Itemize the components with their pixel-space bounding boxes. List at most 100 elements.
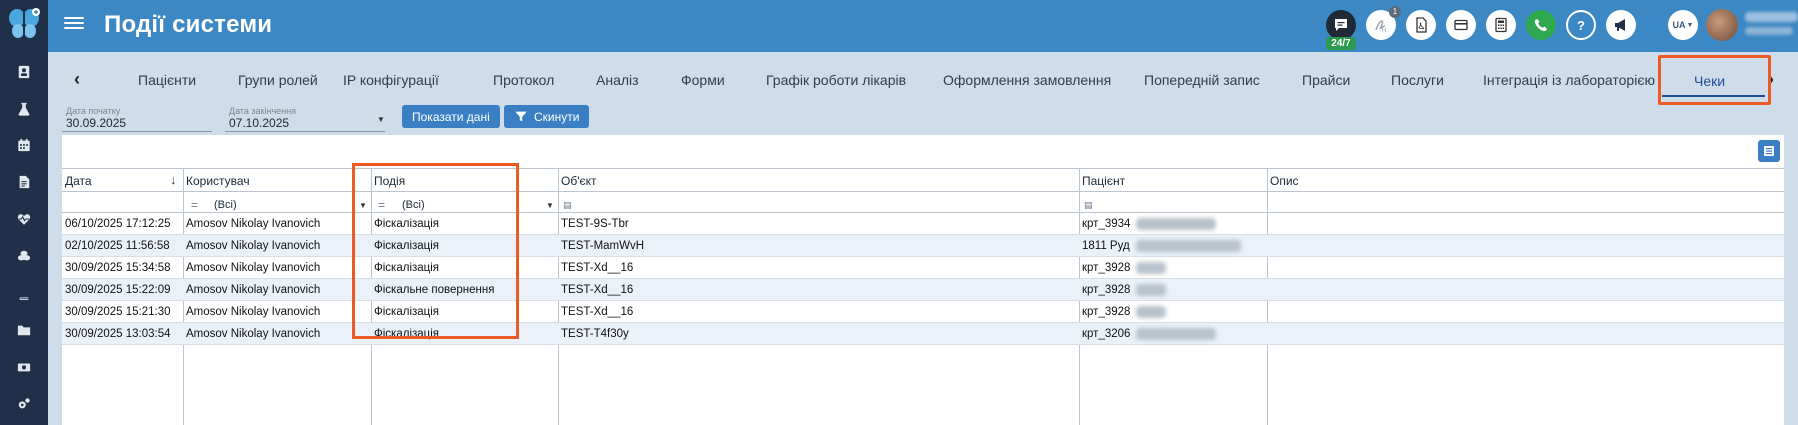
tab-doctor-schedule[interactable]: Графік роботи лікарів <box>766 72 906 88</box>
top-header: Події системи 24/7 H 1 ? UA ▼ <box>48 0 1798 52</box>
notification-badge: 1 <box>1389 6 1401 18</box>
page-title: Події системи <box>104 11 273 38</box>
cell-object: TEST-MamWvH <box>561 240 645 252</box>
tab-protocol[interactable]: Протокол <box>493 72 554 88</box>
table-row[interactable]: 30/09/2025 15:22:09 Amosov Nikolay Ivano… <box>62 279 1784 301</box>
table-row[interactable]: 06/10/2025 17:12:25 Amosov Nikolay Ivano… <box>62 213 1784 235</box>
cell-date: 06/10/2025 17:12:25 <box>65 218 171 230</box>
gears-icon[interactable] <box>12 392 36 416</box>
blurred-patient-name <box>1136 240 1241 252</box>
cell-user: Amosov Nikolay Ivanovich <box>186 284 321 296</box>
butterfly-logo-icon[interactable] <box>6 6 42 42</box>
events-table: Дата ↓ Користувач Подія Об'єкт Пацієнт О… <box>62 168 1784 425</box>
hamburger-menu-icon[interactable] <box>64 14 84 34</box>
header-divider <box>62 191 1784 192</box>
blurred-patient-name <box>1136 218 1216 230</box>
tab-ip-config[interactable]: IP конфігурації <box>343 72 439 88</box>
cell-patient: 1811 Руд <box>1082 240 1130 252</box>
col-header-user[interactable]: Користувач <box>186 174 250 188</box>
cell-patient: крт_3206 <box>1082 328 1131 340</box>
folder-icon[interactable] <box>12 318 36 342</box>
patient-filter-icon[interactable]: ▤ <box>1084 200 1093 211</box>
cell-date: 30/09/2025 15:34:58 <box>65 262 171 274</box>
start-date-underline <box>62 131 212 132</box>
pdf-icon[interactable] <box>1406 10 1436 40</box>
chat-icon[interactable] <box>1326 10 1356 40</box>
calculator-icon[interactable] <box>1486 10 1516 40</box>
start-date-value[interactable]: 30.09.2025 <box>66 116 126 130</box>
cell-user: Amosov Nikolay Ivanovich <box>186 328 321 340</box>
cell-object: TEST-Xd__16 <box>561 284 634 296</box>
tab-prices[interactable]: Прайси <box>1302 72 1350 88</box>
events-panel: Дата ↓ Користувач Подія Об'єкт Пацієнт О… <box>62 135 1784 425</box>
end-date-value[interactable]: 07.10.2025 <box>229 116 289 130</box>
phone-icon[interactable] <box>1526 10 1556 40</box>
document-icon[interactable] <box>12 170 36 194</box>
col-header-description[interactable]: Опис <box>1270 174 1299 188</box>
user-name-blurred[interactable] <box>1745 12 1798 22</box>
filter-icon <box>515 111 527 122</box>
col-header-date[interactable]: Дата <box>65 174 92 188</box>
card-icon[interactable] <box>1446 10 1476 40</box>
megaphone-icon[interactable] <box>1606 10 1636 40</box>
language-selector[interactable]: UA ▼ <box>1668 10 1698 40</box>
cell-patient: крт_3934 <box>1082 218 1131 230</box>
blurred-patient-name <box>1136 262 1166 274</box>
cell-user: Amosov Nikolay Ivanovich <box>186 306 321 318</box>
book-icon[interactable] <box>12 281 36 305</box>
tab-services[interactable]: Послуги <box>1391 72 1444 88</box>
user-filter-eq[interactable]: = <box>191 198 198 212</box>
money-icon[interactable] <box>12 355 36 379</box>
col-header-patient[interactable]: Пацієнт <box>1082 174 1125 188</box>
table-row[interactable]: 30/09/2025 13:03:54 Amosov Nikolay Ivano… <box>62 323 1784 345</box>
blurred-patient-name <box>1136 306 1166 318</box>
start-date-field[interactable]: Дата початку 30.09.2025 <box>62 106 212 132</box>
tab-forms[interactable]: Форми <box>681 72 725 88</box>
tab-lab-integration[interactable]: Інтеграція із лабораторією <box>1483 72 1655 88</box>
chevron-down-icon[interactable]: ▼ <box>377 115 385 124</box>
user-filter-value[interactable]: (Всі) <box>214 199 237 211</box>
user-card-icon[interactable] <box>12 60 36 84</box>
end-date-field[interactable]: Дата закінчення 07.10.2025 ▼ <box>225 106 385 132</box>
cell-patient: крт_3928 <box>1082 306 1131 318</box>
coins-icon[interactable] <box>12 244 36 268</box>
cell-user: Amosov Nikolay Ivanovich <box>186 218 321 230</box>
cell-user: Amosov Nikolay Ivanovich <box>186 262 321 274</box>
cell-object: TEST-9S-Tbr <box>561 218 629 230</box>
user-role-blurred <box>1745 27 1793 35</box>
cell-patient: крт_3928 <box>1082 284 1131 296</box>
help-icon[interactable]: ? <box>1566 10 1596 40</box>
sort-down-arrow-icon[interactable]: ↓ <box>170 172 177 187</box>
svg-text:?: ? <box>1577 18 1585 33</box>
svg-text:H: H <box>1382 28 1386 33</box>
heartbeat-icon[interactable] <box>12 207 36 231</box>
event-column-highlight-box <box>352 163 519 339</box>
show-data-button[interactable]: Показати дані <box>402 105 500 128</box>
table-row[interactable]: 30/09/2025 15:34:58 Amosov Nikolay Ivano… <box>62 257 1784 279</box>
tab-patients[interactable]: Пацієнти <box>138 72 196 88</box>
tab-analysis[interactable]: Аналіз <box>596 72 639 88</box>
chevron-down-icon: ▼ <box>1686 21 1694 29</box>
flask-icon[interactable] <box>12 97 36 121</box>
tabs-scroll-left-icon[interactable]: ‹ <box>68 70 86 88</box>
cell-object: TEST-Xd__16 <box>561 262 634 274</box>
blurred-patient-name <box>1136 328 1216 340</box>
col-header-object[interactable]: Об'єкт <box>561 174 597 188</box>
table-row[interactable]: 02/10/2025 11:56:58 Amosov Nikolay Ivano… <box>62 235 1784 257</box>
table-row[interactable]: 30/09/2025 15:21:30 Amosov Nikolay Ivano… <box>62 301 1784 323</box>
chevron-down-icon[interactable]: ▼ <box>546 201 554 210</box>
reset-button[interactable]: Скинути <box>504 105 590 128</box>
cell-date: 30/09/2025 15:22:09 <box>65 284 171 296</box>
cell-object: TEST-Xd__16 <box>561 306 634 318</box>
tab-order-checkout[interactable]: Оформлення замовлення <box>943 72 1111 88</box>
object-filter-icon[interactable]: ▤ <box>563 200 572 211</box>
avatar[interactable] <box>1706 9 1738 41</box>
calendar-icon[interactable] <box>12 133 36 157</box>
tab-appointments[interactable]: Попередній запис <box>1144 72 1260 88</box>
export-excel-icon[interactable] <box>1758 140 1780 162</box>
tab-highlight-box <box>1658 55 1771 105</box>
cell-date: 30/09/2025 15:21:30 <box>65 306 171 318</box>
tab-role-groups[interactable]: Групи ролей <box>238 72 318 88</box>
cell-user: Amosov Nikolay Ivanovich <box>186 240 321 252</box>
cell-date: 02/10/2025 11:56:58 <box>65 240 170 252</box>
